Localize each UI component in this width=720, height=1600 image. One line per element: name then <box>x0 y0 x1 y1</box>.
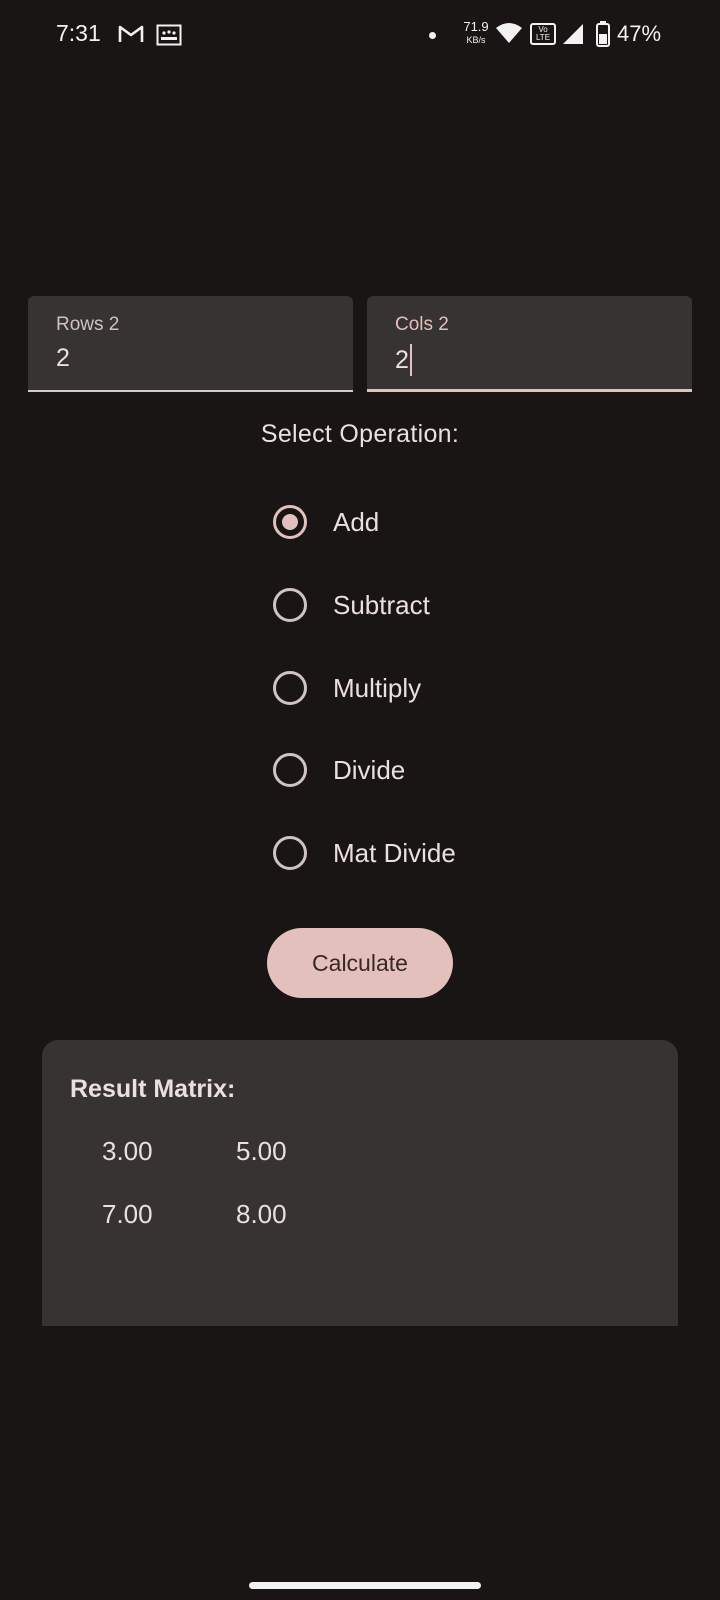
signal-icon <box>563 24 583 44</box>
network-speed: 71.9 KB/s <box>460 20 492 45</box>
radio-option-divide[interactable]: Divide <box>270 746 405 794</box>
result-cell-0-1: 5.00 <box>236 1136 287 1166</box>
result-card: Result Matrix: 3.00 5.00 7.00 8.00 <box>42 1040 678 1326</box>
radio-label-subtract: Subtract <box>333 589 430 620</box>
radio-button-mat-divide[interactable] <box>273 836 307 870</box>
radio-option-multiply[interactable]: Multiply <box>270 664 421 712</box>
radio-option-subtract[interactable]: Subtract <box>270 581 430 629</box>
rows-label: Rows 2 <box>56 314 120 335</box>
gallery-icon <box>156 24 182 46</box>
battery-icon <box>596 21 610 47</box>
radio-label-divide: Divide <box>333 754 406 785</box>
wifi-icon <box>496 23 522 43</box>
radio-label-multiply: Multiply <box>333 672 422 703</box>
status-time: 7:31 <box>56 20 101 46</box>
radio-label-add: Add <box>333 506 380 537</box>
network-speed-value: 71.9 <box>463 19 489 34</box>
rows-value[interactable]: 2 <box>56 344 70 373</box>
radio-button-subtract[interactable] <box>273 588 307 622</box>
rows-input[interactable]: Rows 2 2 <box>28 296 353 392</box>
radio-option-mat-divide[interactable]: Mat Divide <box>270 829 456 877</box>
rows-value-text: 2 <box>56 344 70 372</box>
notification-dot-icon <box>429 32 436 39</box>
cols-input[interactable]: Cols 2 2 <box>367 296 692 392</box>
calculate-button[interactable]: Calculate <box>267 928 453 998</box>
text-cursor <box>409 344 412 376</box>
select-operation-title: Select Operation: <box>260 420 460 448</box>
cols-value-text: 2 <box>395 345 409 374</box>
cols-value[interactable]: 2 <box>395 344 412 376</box>
radio-label-mat-divide: Mat Divide <box>333 837 456 868</box>
result-cell-1-1: 8.00 <box>236 1199 287 1229</box>
result-title: Result Matrix: <box>70 1075 236 1103</box>
radio-option-add[interactable]: Add <box>270 498 379 546</box>
status-bar: 7:31 71.9 KB/s Vo LTE 47% <box>0 0 720 72</box>
gmail-icon <box>118 25 144 42</box>
result-cell-0-0: 3.00 <box>102 1136 153 1166</box>
home-indicator[interactable] <box>249 1582 481 1589</box>
network-speed-unit: KB/s <box>466 35 486 45</box>
radio-button-multiply[interactable] <box>273 671 307 705</box>
cols-label: Cols 2 <box>395 314 449 335</box>
radio-button-divide[interactable] <box>273 753 307 787</box>
battery-percent: 47% <box>617 21 662 46</box>
radio-button-add[interactable] <box>273 505 307 539</box>
volte-icon: Vo LTE <box>530 23 556 45</box>
result-cell-1-0: 7.00 <box>102 1199 153 1229</box>
